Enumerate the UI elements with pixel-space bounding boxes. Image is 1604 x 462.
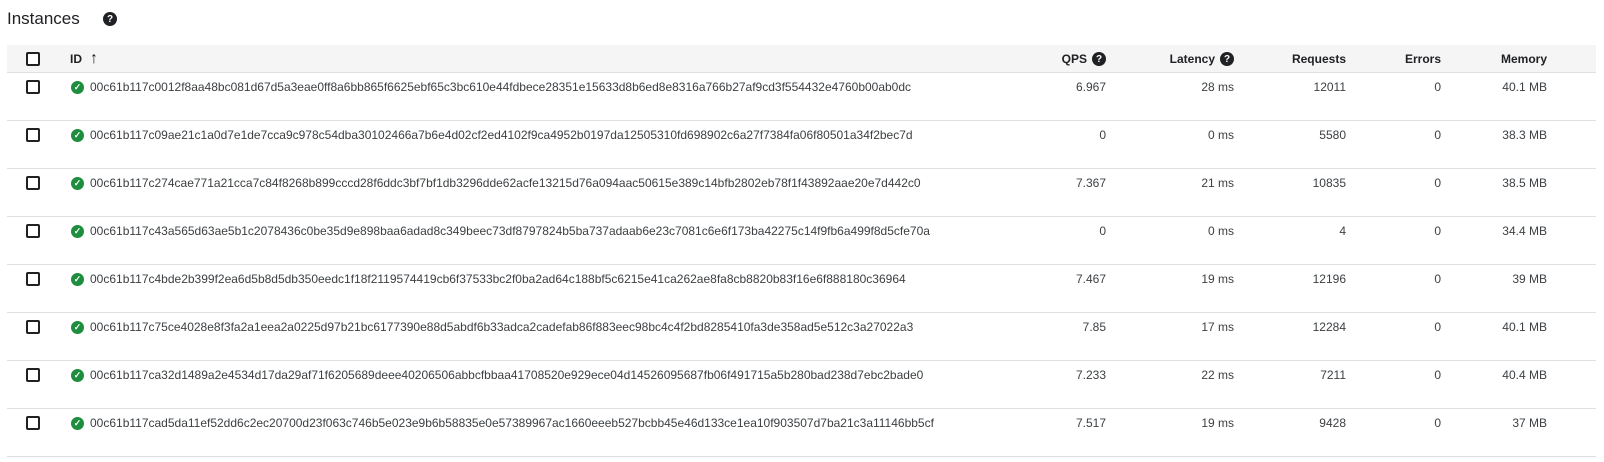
instance-id[interactable]: 00c61b117c274cae771a21cca7c84f8268b899cc…	[90, 176, 921, 190]
requests-value: 10835	[1312, 176, 1346, 190]
qps-value: 7.467	[1075, 272, 1106, 286]
qps-value: 0	[1099, 128, 1106, 142]
row-checkbox[interactable]	[26, 320, 40, 334]
table-row: ✓ 00c61b117c0012f8aa48bc081d67d5a3eae0ff…	[7, 73, 1596, 121]
qps-value: 0	[1099, 224, 1106, 238]
check-circle-icon: ✓	[71, 321, 84, 334]
column-header-qps[interactable]: QPS ?	[1062, 52, 1106, 66]
row-checkbox[interactable]	[26, 272, 40, 286]
row-checkbox[interactable]	[26, 224, 40, 238]
requests-value: 5580	[1319, 128, 1346, 142]
memory-value: 39 MB	[1512, 272, 1547, 286]
errors-value: 0	[1434, 224, 1441, 238]
table-row: ✓ 00c61b117cad5da11ef52dd6c2ec20700d23f0…	[7, 409, 1596, 457]
table-row: ✓ 00c61b117c09ae21c1a0d7e1de7cca9c978c54…	[7, 121, 1596, 169]
instance-id[interactable]: 00c61b117cad5da11ef52dd6c2ec20700d23f063…	[90, 416, 934, 430]
table-row: ✓ 00c61b117ca32d1489a2e4534d17da29af71f6…	[7, 361, 1596, 409]
errors-value: 0	[1434, 80, 1441, 94]
requests-value: 12196	[1312, 272, 1346, 286]
qps-value: 7.517	[1075, 416, 1106, 430]
column-label-id: ID	[70, 52, 82, 66]
arrow-up-icon[interactable]: ↑	[90, 51, 98, 67]
requests-value: 9428	[1319, 416, 1346, 430]
instance-id[interactable]: 00c61b117c4bde2b399f2ea6d5b8d5db350eedc1…	[90, 272, 906, 286]
table-row: ✓ 00c61b117c75ce4028e8f3fa2a1eea2a0225d9…	[7, 313, 1596, 361]
qps-value: 7.233	[1075, 368, 1106, 382]
column-header-errors[interactable]: Errors	[1405, 52, 1441, 66]
column-label-qps: QPS	[1061, 52, 1087, 66]
memory-value: 34.4 MB	[1502, 224, 1547, 238]
memory-value: 40.1 MB	[1502, 320, 1547, 334]
requests-value: 12011	[1313, 80, 1346, 94]
errors-value: 0	[1434, 128, 1441, 142]
table-row: ✓ 00c61b117c43a565d63ae5b1c2078436c0be35…	[7, 217, 1596, 265]
column-header-requests[interactable]: Requests	[1292, 52, 1346, 66]
instance-id[interactable]: 00c61b117c43a565d63ae5b1c2078436c0be35d9…	[90, 224, 930, 238]
qps-value: 7.367	[1075, 176, 1106, 190]
memory-value: 40.1 MB	[1502, 80, 1547, 94]
memory-value: 37 MB	[1512, 416, 1547, 430]
errors-value: 0	[1434, 176, 1441, 190]
latency-value: 17 ms	[1201, 320, 1234, 334]
check-circle-icon: ✓	[71, 225, 84, 238]
check-circle-icon: ✓	[71, 417, 84, 430]
row-checkbox[interactable]	[26, 128, 40, 142]
errors-value: 0	[1434, 368, 1441, 382]
page-header: Instances	[7, 8, 80, 30]
qps-value: 6.967	[1075, 80, 1106, 94]
latency-value: 0 ms	[1207, 224, 1234, 238]
instances-table: ID ↑ QPS ? Latency ? Requests Errors Mem…	[7, 45, 1596, 457]
requests-value: 7211	[1320, 368, 1346, 382]
instance-id[interactable]: 00c61b117c0012f8aa48bc081d67d5a3eae0ff8a…	[90, 80, 911, 94]
latency-value: 0 ms	[1207, 128, 1234, 142]
latency-value: 19 ms	[1201, 272, 1234, 286]
column-header-id[interactable]: ID ↑	[70, 51, 98, 67]
memory-value: 38.3 MB	[1502, 128, 1547, 142]
check-circle-icon: ✓	[71, 129, 84, 142]
qps-value: 7.85	[1082, 320, 1106, 334]
row-checkbox[interactable]	[26, 416, 40, 430]
table-row: ✓ 00c61b117c4bde2b399f2ea6d5b8d5db350eed…	[7, 265, 1596, 313]
check-circle-icon: ✓	[71, 273, 84, 286]
errors-value: 0	[1434, 320, 1441, 334]
instance-id[interactable]: 00c61b117c75ce4028e8f3fa2a1eea2a0225d97b…	[90, 320, 913, 334]
instance-id[interactable]: 00c61b117ca32d1489a2e4534d17da29af71f620…	[90, 368, 923, 382]
table-row: ✓ 00c61b117c274cae771a21cca7c84f8268b899…	[7, 169, 1596, 217]
column-header-memory[interactable]: Memory	[1501, 52, 1547, 66]
column-header-latency[interactable]: Latency ?	[1170, 52, 1234, 66]
latency-value: 21 ms	[1201, 176, 1234, 190]
row-checkbox[interactable]	[26, 176, 40, 190]
requests-value: 12284	[1312, 320, 1346, 334]
help-icon[interactable]: ?	[103, 12, 117, 26]
memory-value: 38.5 MB	[1502, 176, 1547, 190]
check-circle-icon: ✓	[71, 369, 84, 382]
errors-value: 0	[1434, 272, 1441, 286]
latency-value: 28 ms	[1201, 80, 1234, 94]
column-label-latency: Latency	[1169, 52, 1215, 66]
row-checkbox[interactable]	[26, 368, 40, 382]
help-icon[interactable]: ?	[1220, 52, 1234, 66]
row-checkbox[interactable]	[26, 80, 40, 94]
check-circle-icon: ✓	[71, 81, 84, 94]
instance-id[interactable]: 00c61b117c09ae21c1a0d7e1de7cca9c978c54db…	[90, 128, 913, 142]
select-all-checkbox[interactable]	[26, 52, 40, 66]
page-title: Instances	[7, 9, 80, 28]
latency-value: 22 ms	[1201, 368, 1234, 382]
requests-value: 4	[1339, 224, 1346, 238]
check-circle-icon: ✓	[71, 177, 84, 190]
errors-value: 0	[1434, 416, 1441, 430]
table-header: ID ↑ QPS ? Latency ? Requests Errors Mem…	[7, 45, 1596, 73]
help-icon[interactable]: ?	[1092, 52, 1106, 66]
memory-value: 40.4 MB	[1502, 368, 1547, 382]
latency-value: 19 ms	[1201, 416, 1234, 430]
